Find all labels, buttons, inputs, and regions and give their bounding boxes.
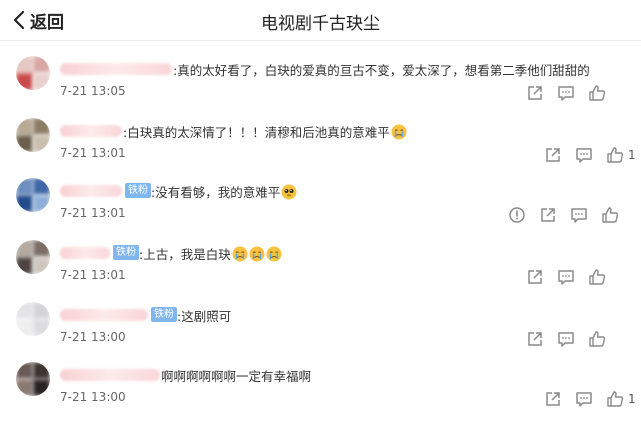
comment-body: 啊啊啊啊啊啊一定有幸福啊 — [161, 369, 312, 384]
share-icon — [528, 270, 542, 284]
comment-button[interactable] — [570, 206, 588, 224]
comment-time: 7-21 13:00 — [60, 330, 126, 344]
page-title: 电视剧千古玦尘 — [261, 14, 380, 34]
fan-badge: 铁粉 — [151, 307, 177, 322]
crying-face-emoji-icon — [391, 124, 407, 140]
like-icon — [589, 85, 606, 101]
comment-button[interactable] — [575, 146, 593, 164]
comment-icon — [571, 208, 587, 223]
crying-face-emoji-icon — [232, 246, 248, 262]
comment-icon — [558, 86, 574, 101]
comment-icon — [558, 270, 574, 285]
pleading-face-emoji-icon — [281, 184, 297, 200]
comment-time: 7-21 13:01 — [60, 268, 126, 282]
share-button[interactable] — [544, 390, 562, 408]
share-button[interactable] — [526, 330, 544, 348]
fan-badge: 铁粉 — [113, 245, 139, 260]
comment-text: :这剧照可 — [177, 306, 231, 325]
like-icon — [602, 207, 619, 223]
username[interactable] — [60, 63, 172, 75]
comment-body: :真的太好看了，白玦的爱真的亘古不变，爱太深了，想看第二季他们甜甜的 — [173, 63, 590, 78]
comment-icon — [576, 392, 592, 407]
comment-body: :白玦真的太深情了！！！清穆和后池真的意难平 — [123, 125, 390, 140]
like-icon — [589, 331, 606, 347]
like-count: 1 — [628, 392, 636, 406]
avatar[interactable] — [16, 362, 50, 396]
share-icon — [541, 208, 555, 222]
like-button[interactable] — [588, 268, 606, 286]
avatar[interactable] — [16, 240, 50, 274]
comment-text: :真的太好看了，白玦的爱真的亘古不变，爱太深了，想看第二季他们甜甜的 — [173, 60, 590, 79]
fan-badge: 铁粉 — [125, 183, 151, 198]
share-icon — [546, 148, 560, 162]
like-count: 1 — [628, 148, 636, 162]
like-button[interactable] — [588, 330, 606, 348]
share-button[interactable] — [539, 206, 557, 224]
crying-face-emoji-icon — [266, 246, 282, 262]
like-icon — [607, 147, 624, 163]
comment-time: 7-21 13:00 — [60, 390, 126, 404]
comment-time: 7-21 13:05 — [60, 84, 126, 98]
avatar[interactable] — [16, 178, 50, 212]
avatar[interactable] — [16, 302, 50, 336]
share-icon — [528, 332, 542, 346]
like-button[interactable] — [588, 84, 606, 102]
comment-text: :上古，我是白玦 — [139, 244, 282, 263]
username[interactable] — [60, 185, 122, 197]
share-button[interactable] — [526, 84, 544, 102]
username[interactable] — [60, 369, 160, 381]
comment-text: :没有看够，我的意难平 — [151, 182, 297, 201]
comment-button[interactable] — [557, 268, 575, 286]
comment-icon — [558, 332, 574, 347]
username[interactable] — [60, 309, 148, 321]
avatar[interactable] — [16, 56, 50, 90]
comment-body: :上古，我是白玦 — [139, 247, 231, 262]
comment-text: 啊啊啊啊啊啊一定有幸福啊 — [161, 366, 311, 385]
report-button[interactable] — [508, 206, 526, 224]
like-icon — [589, 269, 606, 285]
like-icon — [607, 391, 624, 407]
comment-body: :没有看够，我的意难平 — [151, 185, 281, 200]
username[interactable] — [60, 247, 110, 259]
comment-button[interactable] — [575, 390, 593, 408]
username[interactable] — [60, 125, 122, 137]
like-button[interactable] — [606, 146, 624, 164]
crying-face-emoji-icon — [249, 246, 265, 262]
comment-body: :这剧照可 — [177, 309, 232, 324]
comment-button[interactable] — [557, 330, 575, 348]
report-icon — [509, 207, 525, 223]
like-button[interactable] — [606, 390, 624, 408]
share-button[interactable] — [544, 146, 562, 164]
share-icon — [528, 86, 542, 100]
top-bar: 返回 电视剧千古玦尘 — [0, 0, 641, 41]
comment-button[interactable] — [557, 84, 575, 102]
comment-time: 7-21 13:01 — [60, 146, 126, 160]
share-icon — [546, 392, 560, 406]
comment-time: 7-21 13:01 — [60, 206, 126, 220]
comment-icon — [576, 148, 592, 163]
share-button[interactable] — [526, 268, 544, 286]
avatar[interactable] — [16, 118, 50, 152]
like-button[interactable] — [601, 206, 619, 224]
comment-text: :白玦真的太深情了！！！清穆和后池真的意难平 — [123, 122, 407, 141]
